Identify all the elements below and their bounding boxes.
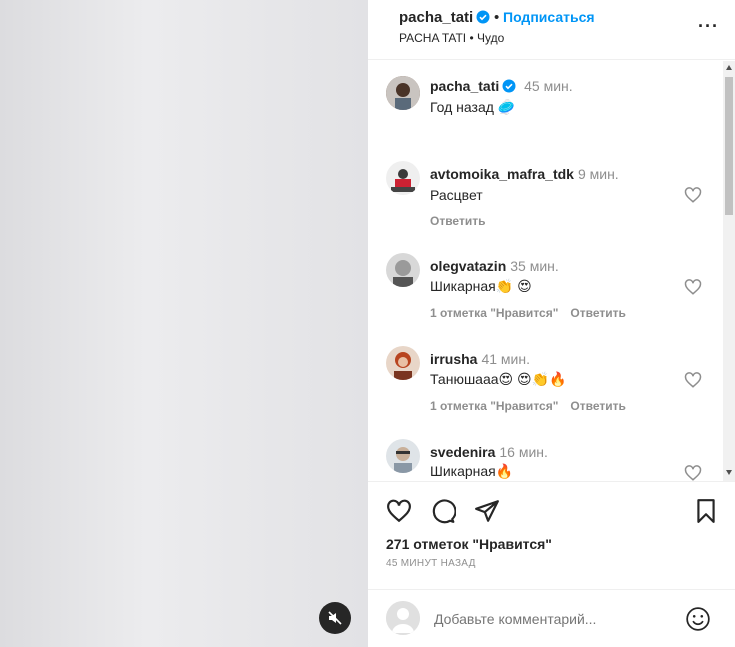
caption-time: 45 мин.	[524, 78, 573, 94]
mute-button[interactable]	[319, 602, 351, 634]
header-subtitle[interactable]: PACHA TATI • Чудо	[399, 31, 504, 45]
comments-scrollbar[interactable]	[723, 61, 735, 481]
post-header: pacha_tati • Подписаться PACHA TATI • Чу…	[368, 0, 735, 60]
comment-meta: Ответить	[430, 214, 497, 228]
avatar[interactable]	[386, 346, 420, 380]
avatar-photo-icon	[386, 439, 420, 473]
share-send-icon[interactable]	[474, 498, 500, 524]
speaker-muted-icon	[328, 611, 342, 625]
avatar[interactable]	[386, 161, 420, 195]
scroll-up-arrow-icon[interactable]	[726, 65, 732, 70]
comment-meta: 1 отметка "Нравится" Ответить	[430, 306, 638, 320]
heart-icon[interactable]	[684, 278, 702, 296]
avatar[interactable]	[386, 439, 420, 473]
comment-author[interactable]: avtomoika_mafra_tdk 9 мин.	[430, 166, 619, 182]
post-panel: pacha_tati • Подписаться PACHA TATI • Чу…	[368, 0, 735, 647]
comment-author[interactable]: olegvatazin 35 мин.	[430, 258, 559, 274]
avatar-photo-icon	[386, 346, 420, 380]
comment-text: Танюшааа😍 😍👏🔥	[430, 371, 567, 387]
scroll-down-arrow-icon[interactable]	[726, 470, 732, 475]
more-options-button[interactable]: ···	[698, 16, 719, 37]
follow-button[interactable]: Подписаться	[503, 9, 595, 25]
post-timestamp: 45 МИНУТ НАЗАД	[386, 558, 476, 569]
avatar[interactable]	[386, 76, 420, 110]
avatar-photo-icon	[386, 161, 420, 195]
comment-text: Шикарная👏 😍	[430, 278, 532, 294]
caption-author[interactable]: pacha_tati 45 мин.	[430, 78, 573, 94]
bookmark-icon[interactable]	[693, 498, 719, 524]
default-user-icon	[386, 601, 420, 635]
header-separator: •	[494, 9, 500, 26]
caption-text: Год назад 🥏	[430, 99, 516, 115]
heart-icon[interactable]	[684, 464, 702, 481]
heart-icon[interactable]	[684, 371, 702, 389]
reply-button[interactable]: Ответить	[570, 306, 625, 320]
verified-badge-icon	[476, 10, 490, 24]
post-media[interactable]	[0, 0, 368, 647]
comment-likes-count[interactable]: 1 отметка "Нравится"	[430, 399, 558, 413]
add-comment-bar	[368, 589, 735, 647]
header-username[interactable]: pacha_tati	[399, 9, 490, 26]
comment-text: Расцвет	[430, 187, 483, 203]
like-heart-icon[interactable]	[386, 498, 412, 524]
avatar-photo-icon	[386, 76, 420, 110]
media-background	[0, 0, 368, 647]
avatar-photo-icon	[386, 253, 420, 287]
comment-author[interactable]: irrusha 41 мин.	[430, 351, 530, 367]
comment-text: Шикарная🔥	[430, 463, 514, 479]
current-user-avatar	[386, 601, 420, 635]
likes-count[interactable]: 271 отметок "Нравится"	[386, 536, 552, 552]
comment-bubble-icon[interactable]	[430, 498, 456, 524]
scrollbar-thumb[interactable]	[725, 77, 733, 215]
heart-icon[interactable]	[684, 186, 702, 204]
reply-button[interactable]: Ответить	[570, 399, 625, 413]
post-actions: 271 отметок "Нравится" 45 МИНУТ НАЗАД	[368, 481, 735, 581]
reply-button[interactable]: Ответить	[430, 214, 485, 228]
avatar[interactable]	[386, 253, 420, 287]
comments-list: pacha_tati 45 мин. Год назад 🥏 avtomoika…	[368, 61, 723, 481]
add-comment-input[interactable]	[434, 611, 664, 627]
comment-likes-count[interactable]: 1 отметка "Нравится"	[430, 306, 558, 320]
comment-meta: 1 отметка "Нравится" Ответить	[430, 399, 638, 413]
verified-badge-icon	[502, 79, 516, 93]
comment-author[interactable]: svedenira 16 мин.	[430, 444, 548, 460]
emoji-picker-icon[interactable]	[685, 606, 711, 632]
